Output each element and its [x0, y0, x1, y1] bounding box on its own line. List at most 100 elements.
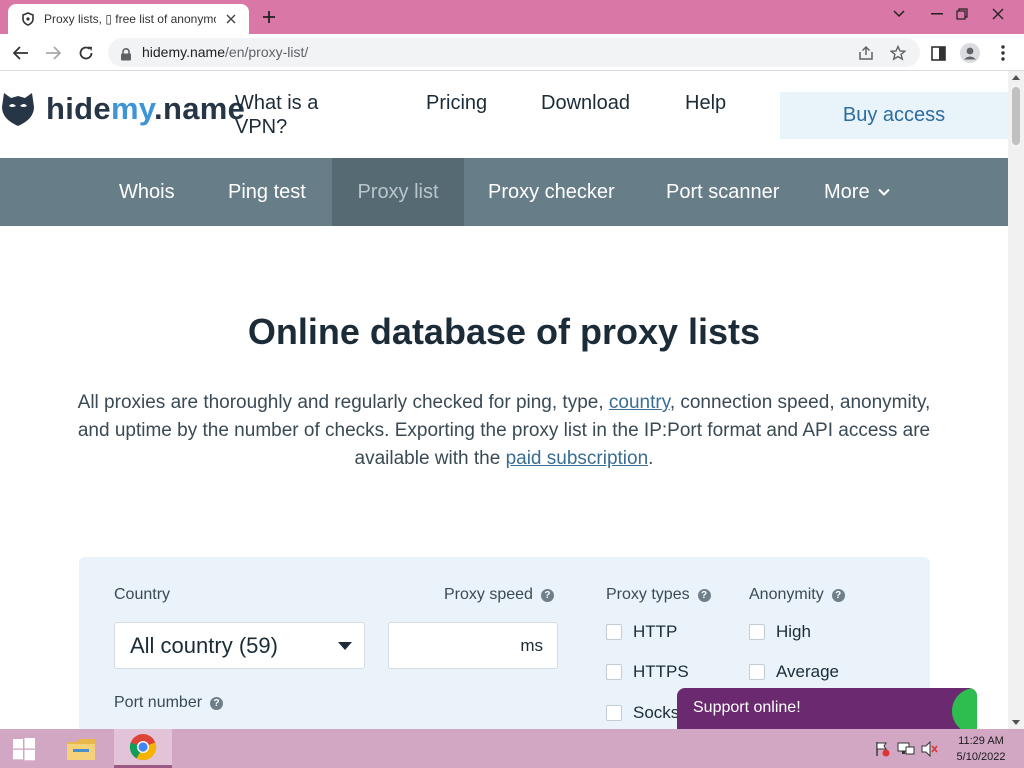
proxy-speed-label: Proxy speed? [444, 586, 554, 604]
clock-date: 5/10/2022 [956, 751, 1006, 763]
country-select-value: All country (59) [130, 632, 278, 658]
anonymity-label-text: Anonymity [749, 586, 824, 603]
paid-subscription-link[interactable]: paid subscription [506, 448, 649, 469]
subnav-ping-test[interactable]: Ping test [228, 158, 306, 226]
clock-time: 11:29 AM [958, 735, 1004, 747]
subnav-ping-test-label: Ping test [228, 180, 306, 203]
description-text-3: . [648, 448, 654, 469]
file-explorer-icon[interactable] [52, 729, 110, 768]
buy-access-button[interactable]: Buy access [780, 92, 1008, 139]
scrollbar-thumb[interactable] [1012, 87, 1020, 145]
page-title: Online database of proxy lists [247, 311, 761, 352]
checkbox-average-label: Average [776, 662, 840, 681]
online-status-icon [952, 688, 977, 729]
proxy-speed-unit: ms [520, 636, 543, 655]
url-path: /en/proxy-list/ [225, 44, 309, 60]
profile-avatar-icon[interactable] [957, 40, 983, 66]
logo-part-my: my [110, 91, 155, 126]
site-header: hidemy.name What is a VPN? Pricing Downl… [0, 71, 1008, 158]
forward-arrow-icon[interactable] [40, 40, 66, 66]
network-icon[interactable] [897, 740, 915, 758]
country-link[interactable]: country [609, 392, 670, 413]
new-tab-icon[interactable] [258, 7, 280, 27]
subnav-proxy-checker-label: Proxy checker [488, 180, 615, 203]
subnav-more[interactable]: More [824, 158, 890, 226]
restore-icon[interactable] [945, 0, 979, 28]
proxy-types-label-text: Proxy types [606, 586, 690, 603]
share-icon[interactable] [856, 43, 876, 63]
address-bar[interactable]: hidemy.name/en/proxy-list/ [108, 38, 920, 67]
page-scrollbar[interactable] [1008, 71, 1024, 729]
back-arrow-icon[interactable] [8, 40, 34, 66]
tab-search-chevron-icon[interactable] [882, 0, 916, 28]
checkbox-https[interactable]: HTTPS [606, 662, 689, 682]
description-text-1: All proxies are thoroughly and regularly… [77, 392, 609, 413]
subnav-proxy-list[interactable]: Proxy list [332, 158, 464, 226]
url-host: hidemy.name [142, 44, 226, 60]
browser-toolbar: hidemy.name/en/proxy-list/ [0, 34, 1024, 71]
browser-menu-icon[interactable] [990, 40, 1016, 66]
nav-what-is-vpn[interactable]: What is a VPN? [235, 91, 345, 139]
scroll-down-arrow-icon[interactable] [1012, 720, 1020, 725]
checkbox-high-label: High [776, 622, 811, 641]
port-number-label: Port number? [114, 694, 224, 712]
nav-download[interactable]: Download [541, 91, 630, 115]
tools-subnav: Whois Ping test Proxy list Proxy checker… [0, 158, 1008, 226]
browser-tab-proxy-list[interactable]: Proxy lists, ▯ free list of anonymo [8, 4, 249, 34]
logo-part-hide: hide [46, 91, 111, 126]
subnav-whois-label: Whois [119, 180, 175, 203]
windows-start-icon[interactable] [0, 729, 48, 768]
subnav-more-label: More [824, 180, 870, 203]
system-clock[interactable]: 11:29 AM 5/10/2022 [948, 733, 1014, 765]
checkbox-socks-box[interactable] [606, 705, 622, 721]
proxy-types-help-icon[interactable]: ? [697, 588, 711, 602]
checkbox-high[interactable]: High [749, 622, 811, 642]
url-text: hidemy.name/en/proxy-list/ [142, 44, 308, 60]
site-logo[interactable]: hidemy.name [0, 87, 245, 131]
anonymity-help-icon[interactable]: ? [831, 588, 845, 602]
bookmark-star-icon[interactable] [888, 43, 908, 63]
subnav-port-scanner[interactable]: Port scanner [666, 158, 779, 226]
port-number-help-icon[interactable]: ? [210, 696, 224, 710]
windows-taskbar: 11:29 AM 5/10/2022 [0, 729, 1024, 768]
checkbox-http-box[interactable] [606, 624, 622, 640]
subnav-proxy-checker[interactable]: Proxy checker [488, 158, 615, 226]
site-favicon-icon [20, 11, 36, 27]
logo-wordmark: hidemy.name [46, 91, 245, 127]
side-panel-icon[interactable] [925, 40, 951, 66]
action-center-flag-icon[interactable] [873, 740, 891, 758]
nav-pricing[interactable]: Pricing [426, 91, 487, 115]
checkbox-http-label: HTTP [633, 622, 678, 641]
subnav-whois[interactable]: Whois [119, 158, 175, 226]
reload-icon[interactable] [73, 40, 99, 66]
close-window-icon[interactable] [981, 0, 1015, 28]
proxy-types-label: Proxy types? [606, 586, 711, 604]
checkbox-https-box[interactable] [606, 664, 622, 680]
checkbox-socks[interactable]: Socks [606, 703, 679, 723]
tab-title: Proxy lists, ▯ free list of anonymo [44, 12, 216, 26]
checkbox-high-box[interactable] [749, 624, 765, 640]
logo-part-name: .name [154, 91, 246, 126]
proxy-speed-input[interactable]: ms [388, 622, 558, 669]
country-label-text: Country [114, 586, 171, 603]
proxy-speed-help-icon[interactable]: ? [540, 588, 554, 602]
checkbox-average[interactable]: Average [749, 662, 839, 682]
checkbox-http[interactable]: HTTP [606, 622, 677, 642]
lock-icon [120, 46, 132, 61]
tab-close-icon[interactable] [223, 11, 239, 27]
page-description: All proxies are thoroughly and regularly… [60, 389, 948, 473]
chrome-taskbar-icon[interactable] [114, 729, 172, 768]
anonymity-label: Anonymity? [749, 586, 845, 604]
nav-help[interactable]: Help [685, 91, 726, 115]
checkbox-average-box[interactable] [749, 664, 765, 680]
country-label: Country [114, 586, 170, 604]
subnav-port-scanner-label: Port scanner [666, 180, 780, 203]
checkbox-https-label: HTTPS [633, 662, 689, 681]
web-page: hidemy.name What is a VPN? Pricing Downl… [0, 71, 1008, 729]
proxy-speed-label-text: Proxy speed [444, 586, 533, 603]
volume-muted-icon[interactable] [921, 740, 939, 758]
scroll-up-arrow-icon[interactable] [1012, 75, 1020, 80]
country-select[interactable]: All country (59) [114, 622, 365, 669]
support-chat-widget[interactable]: Support online! [677, 688, 977, 729]
dropdown-caret-icon [338, 642, 352, 650]
